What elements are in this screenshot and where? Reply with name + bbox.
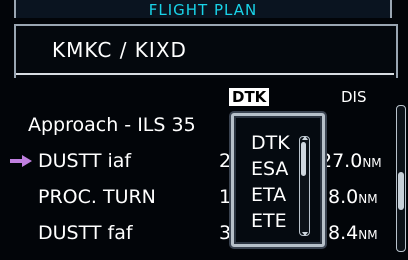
waypoint-name: DUSTT iaf: [38, 150, 132, 172]
flightplan-row[interactable]: DUSTT faf 3 8.4NM: [0, 222, 395, 252]
waypoint-name: PROC. TURN: [38, 186, 156, 208]
popup-option-dtk[interactable]: DTK: [251, 132, 290, 154]
mfd-screen: FLIGHT PLAN KMKC / KIXD DTK DIS Approach…: [0, 0, 408, 260]
route-text: KMKC / KIXD: [52, 38, 187, 62]
approach-label: Approach - ILS 35: [28, 114, 196, 136]
flightplan-row[interactable]: PROC. TURN 1 8.0NM: [0, 186, 395, 216]
list-scroll-thumb[interactable]: [398, 172, 404, 210]
popup-scroll-thumb[interactable]: [301, 142, 306, 176]
waypoint-dtk: 2: [219, 150, 232, 172]
waypoint-name: DUSTT faf: [38, 222, 133, 244]
waypoint-dtk: 3: [219, 222, 232, 244]
list-scrollbar[interactable]: [396, 105, 406, 252]
scroll-up-icon[interactable]: [302, 136, 308, 140]
waypoint-dtk: 1: [219, 186, 232, 208]
column-header-dtk[interactable]: DTK: [229, 88, 270, 106]
popup-option-ete[interactable]: ETE: [251, 210, 287, 232]
popup-scrollbar[interactable]: [299, 136, 310, 236]
popup-option-eta[interactable]: ETA: [251, 184, 286, 206]
scroll-down-icon[interactable]: [302, 232, 308, 236]
waypoint-dis: 27.0NM: [320, 150, 382, 172]
waypoint-dis: 8.4NM: [328, 222, 378, 244]
title-bar: FLIGHT PLAN: [14, 0, 392, 19]
page-title: FLIGHT PLAN: [148, 1, 258, 19]
right-arrow-icon: [10, 155, 32, 167]
column-header-dis: DIS: [341, 88, 367, 106]
waypoint-dis: 8.0NM: [328, 186, 378, 208]
flightplan-row[interactable]: DUSTT iaf 2 27.0NM: [0, 150, 395, 180]
approach-row: Approach - ILS 35: [0, 114, 395, 144]
popup-option-esa[interactable]: ESA: [251, 158, 288, 180]
route-divider: [16, 73, 394, 75]
column-options-popup: DTK ESA ETA ETE: [231, 113, 325, 247]
